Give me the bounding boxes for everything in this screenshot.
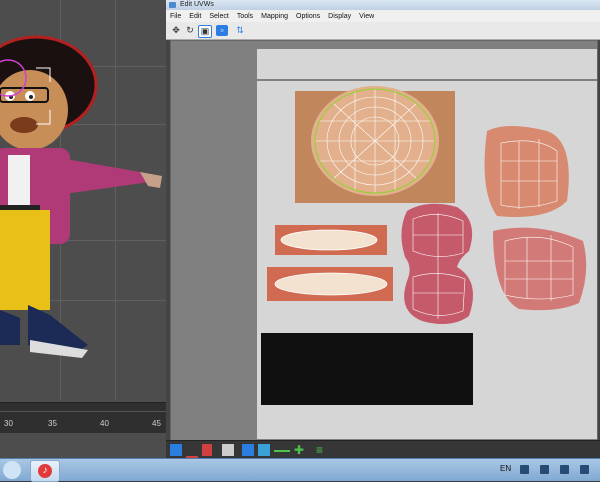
menu-edit[interactable]: Edit [185,13,205,20]
menu-file[interactable]: File [166,13,185,20]
select-vertex-icon[interactable] [170,444,182,456]
scale-icon[interactable]: ▣ [198,25,212,38]
uv-work-area[interactable] [170,40,598,442]
window-titlebar[interactable]: Edit UVWs [166,0,600,10]
paint-select-icon[interactable]: ≡ [316,444,328,456]
shrink-icon[interactable] [258,444,270,456]
flag-icon[interactable] [580,465,589,474]
uv-edge-strip [257,49,597,79]
volume-icon[interactable] [560,465,569,474]
menu-tools[interactable]: Tools [233,13,257,20]
menu-display[interactable]: Display [324,13,355,20]
select-face-icon[interactable] [202,444,212,456]
menu-select[interactable]: Select [205,13,232,20]
menu-options[interactable]: Options [292,13,324,20]
loop-icon[interactable] [274,450,290,453]
timeline-tick: 30 [4,419,13,428]
grow-icon[interactable] [242,444,254,456]
edit-uvws-window[interactable]: Edit UVWs File Edit Select Tools Mapping… [166,0,600,459]
element-icon[interactable] [222,444,234,456]
uv-islands [261,86,587,405]
timeline-tick: 40 [100,419,109,428]
start-button[interactable] [3,461,21,479]
menu-bar: File Edit Select Tools Mapping Options D… [166,10,600,22]
app-icon [169,2,176,8]
3d-viewport[interactable]: 30 35 40 45 [0,0,166,458]
tray-arrow-icon[interactable] [520,465,529,474]
mirror-icon[interactable]: ⇅ [234,25,246,36]
timeline-tick: 35 [48,419,57,428]
freeform-icon[interactable]: ▫ [216,25,228,36]
rotate-icon[interactable]: ↻ [184,25,196,36]
select-edge-icon[interactable] [186,444,198,458]
window-title: Edit UVWs [180,1,214,8]
itunes-icon: ♪ [38,464,52,478]
menu-mapping[interactable]: Mapping [257,13,292,20]
black-texture-block [261,333,473,405]
taskbar: ♪ EN [0,458,600,482]
character-model [0,35,162,358]
timeline-track [0,411,166,412]
timeline-tick: 45 [152,419,161,428]
taskbar-app-itunes[interactable]: ♪ [30,460,60,482]
move-icon[interactable]: ✥ [170,25,182,36]
uv-canvas[interactable] [257,81,597,439]
language-indicator[interactable]: EN [500,464,511,473]
timeline[interactable]: 30 35 40 45 [0,402,166,433]
uv-toolbar: ✥ ↻ ▣ ▫ ⇅ [166,22,600,40]
network-icon[interactable] [540,465,549,474]
ring-icon[interactable]: ✚ [294,444,306,456]
menu-view[interactable]: View [355,13,378,20]
uv-bottom-toolbar: ✚ ≡ [166,440,600,459]
